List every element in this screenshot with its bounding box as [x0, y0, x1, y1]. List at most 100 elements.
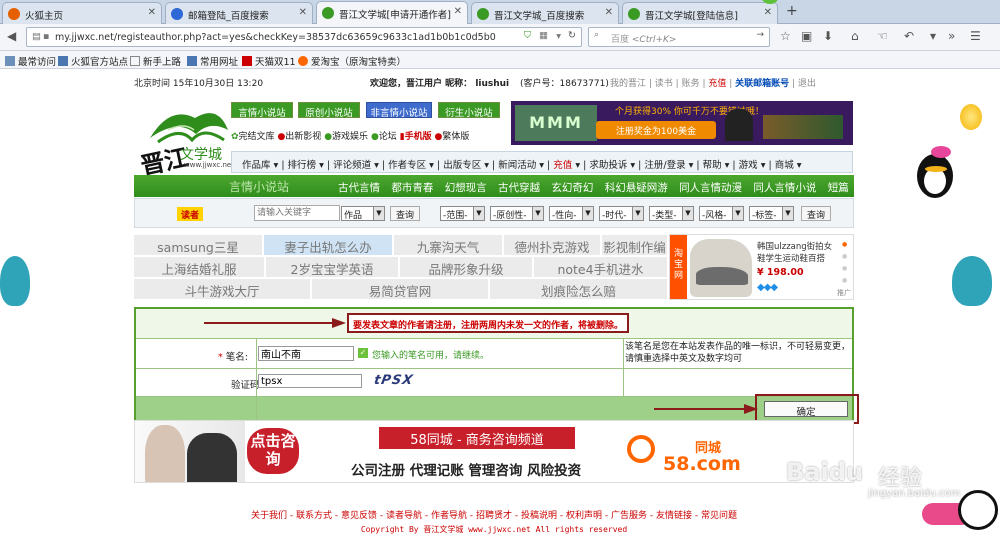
- menu-help-complaint[interactable]: 求助投诉: [589, 160, 627, 171]
- reading-list-icon[interactable]: ▣: [801, 29, 812, 43]
- channel-button-romance[interactable]: 言情小说站: [231, 102, 293, 119]
- qr-icon[interactable]: ▦: [539, 30, 548, 41]
- category-fantasy-modern[interactable]: 幻想现言: [445, 182, 487, 194]
- menu-recharge[interactable]: 充值: [553, 160, 572, 171]
- link-film[interactable]: 出新影视: [285, 132, 321, 142]
- arrow-right-icon[interactable]: →: [756, 30, 764, 40]
- captcha-input[interactable]: [258, 374, 362, 388]
- bookmark-aitaobao[interactable]: 爱淘宝（原淘宝特卖）: [298, 54, 406, 68]
- menu-icon[interactable]: ☰: [970, 29, 981, 43]
- footer-link-contact[interactable]: 联系方式: [296, 511, 332, 521]
- submit-button[interactable]: 确定: [764, 401, 848, 418]
- tab-firefox-home[interactable]: 火狐主页 ✕: [2, 2, 162, 24]
- bookmark-most-visited[interactable]: 最常访问: [5, 54, 56, 68]
- channel-button-original[interactable]: 原创小说站: [298, 102, 360, 119]
- close-icon[interactable]: ✕: [454, 6, 462, 17]
- link-bind-email[interactable]: 关联邮箱账号: [735, 79, 789, 89]
- close-icon[interactable]: ✕: [764, 7, 772, 18]
- ad-keyword[interactable]: 斗牛游戏大厅: [134, 279, 310, 299]
- category-urban[interactable]: 都市青春: [391, 182, 433, 194]
- link-logout[interactable]: 退出: [798, 79, 816, 89]
- footer-link-jobs[interactable]: 招聘贤才: [476, 511, 512, 521]
- keyword-search-input[interactable]: [254, 205, 340, 221]
- ad-keyword[interactable]: 德州扑克游戏: [504, 235, 600, 255]
- page-info-icon[interactable]: ▤: [32, 31, 41, 42]
- site-logo[interactable]: 晋江 文学城 www.jjwxc.net: [138, 100, 234, 181]
- ad-keyword[interactable]: 九寨沟天气: [394, 235, 502, 255]
- link-recharge[interactable]: 充值: [708, 79, 726, 89]
- close-icon[interactable]: ✕: [605, 7, 613, 18]
- filter-scope-select[interactable]: -范围- ▼: [440, 206, 485, 221]
- filter-type-select[interactable]: -类型- ▼: [649, 206, 694, 221]
- ad-keyword[interactable]: 品牌形象升级: [400, 257, 532, 277]
- bottom-ad-banner[interactable]: 点击咨询 58同城 - 商务咨询频道 公司注册 代理记账 管理咨询 风险投资 同…: [134, 420, 854, 483]
- link-games[interactable]: 游戏娱乐: [332, 132, 368, 142]
- menu-news[interactable]: 新闻活动: [498, 160, 536, 171]
- product-title[interactable]: 韩国ulzzang街拍女鞋学生运动鞋百搭: [757, 241, 833, 265]
- menu-rankings[interactable]: 排行榜: [288, 160, 317, 171]
- bookmark-common-sites[interactable]: 常用网址: [187, 54, 238, 68]
- link-forum[interactable]: 论坛: [379, 132, 397, 142]
- dropdown-icon[interactable]: ▾: [556, 31, 561, 42]
- bookmark-tmall[interactable]: 天猫双11: [242, 54, 296, 68]
- link-mobile[interactable]: 手机版: [405, 132, 432, 142]
- footer-link-reader-nav[interactable]: 读者导航: [386, 511, 422, 521]
- footer-link-faq[interactable]: 常见问题: [701, 511, 737, 521]
- shield-icon[interactable]: ⛉: [524, 30, 531, 41]
- footer-link-about[interactable]: 关于我们: [251, 511, 287, 521]
- filter-style-select[interactable]: -风格- ▼: [699, 206, 744, 221]
- menu-mall[interactable]: 商城: [775, 160, 794, 171]
- link-completed[interactable]: 完结文库: [239, 132, 275, 142]
- tab-jjwxc-login[interactable]: 晋江文学城[登陆信息] ✕: [622, 2, 778, 24]
- footer-link-author-nav[interactable]: 作者导航: [431, 511, 467, 521]
- undo-icon[interactable]: ↶: [904, 29, 914, 43]
- ad-keyword[interactable]: samsung三星: [134, 235, 262, 255]
- tab-baidu-mail[interactable]: 邮箱登陆_百度搜索 ✕: [165, 2, 313, 24]
- footer-link-rights[interactable]: 权利声明: [566, 511, 602, 521]
- menu-help[interactable]: 帮助: [703, 160, 722, 171]
- menu-reviews[interactable]: 评论频道: [333, 160, 371, 171]
- category-ancient[interactable]: 古代言情: [338, 182, 380, 194]
- footer-link-friends[interactable]: 友情链接: [656, 511, 692, 521]
- bookmark-firefox-site[interactable]: 火狐官方站点: [58, 54, 128, 68]
- menu-works[interactable]: 作品库: [242, 160, 271, 171]
- lightbulb-icon[interactable]: [960, 104, 982, 130]
- new-tab-button[interactable]: +: [786, 3, 798, 19]
- taobao-ad[interactable]: 淘宝网 韩国ulzzang街拍女鞋学生运动鞋百搭 ¥ 198.00 ◆◆◆ ● ●…: [669, 234, 854, 300]
- close-icon[interactable]: ✕: [299, 7, 307, 18]
- menu-authors[interactable]: 作者专区: [388, 160, 426, 171]
- filter-tag-select[interactable]: -标签- ▼: [749, 206, 794, 221]
- menu-games[interactable]: 游戏: [739, 160, 758, 171]
- link-my-jjwxc[interactable]: 我的晋江: [610, 79, 646, 89]
- category-scifi[interactable]: 科幻悬疑网游: [605, 182, 668, 194]
- category-time-travel[interactable]: 古代穿越: [498, 182, 540, 194]
- channel-button-derivative[interactable]: 衍生小说站: [438, 102, 500, 119]
- tab-baidu-jjwxc[interactable]: 晋江文学城_百度搜索 ✕: [471, 2, 619, 24]
- penguin-mascot[interactable]: [911, 146, 961, 202]
- filter-originality-select[interactable]: -原创性- ▼: [490, 206, 544, 221]
- menu-register-login[interactable]: 注册/登录: [644, 160, 685, 171]
- filter-era-select[interactable]: -时代- ▼: [599, 206, 644, 221]
- ad-keyword[interactable]: note4手机进水: [534, 257, 667, 277]
- category-short[interactable]: 短篇: [828, 182, 849, 194]
- link-accounts[interactable]: 账务: [682, 79, 700, 89]
- captcha-image[interactable]: tPSX: [373, 373, 430, 389]
- promo-banner[interactable]: MMM 个月获得30% 你可千万不要错过哦！ 注册奖金为100美金: [511, 101, 853, 145]
- promo-register-button[interactable]: 注册奖金为100美金: [596, 121, 716, 139]
- close-icon[interactable]: ✕: [148, 7, 156, 18]
- filter-query-button[interactable]: 查询: [801, 206, 832, 221]
- back-icon[interactable]: ◀: [7, 29, 16, 43]
- tab-jjwxc-register[interactable]: 晋江文学城[申请开通作者] ✕: [316, 1, 468, 25]
- carousel-dots[interactable]: ● ● ● ●: [842, 239, 848, 287]
- search-type-select[interactable]: 作品 ▼: [341, 206, 385, 221]
- link-reading[interactable]: 读书: [655, 79, 673, 89]
- chevron-down-icon[interactable]: ▾: [930, 29, 936, 43]
- ad-keyword[interactable]: 易简贷官网: [312, 279, 488, 299]
- category-fan-novel[interactable]: 同人言情小说: [753, 182, 816, 194]
- ad-keyword[interactable]: 妻子出轨怎么办: [264, 235, 392, 255]
- footer-link-submission[interactable]: 投稿说明: [521, 511, 557, 521]
- home-icon[interactable]: ⌂: [851, 29, 859, 43]
- search-query-button[interactable]: 查询: [390, 206, 421, 221]
- penname-input[interactable]: [258, 346, 354, 361]
- link-traditional[interactable]: 繁体版: [442, 132, 469, 142]
